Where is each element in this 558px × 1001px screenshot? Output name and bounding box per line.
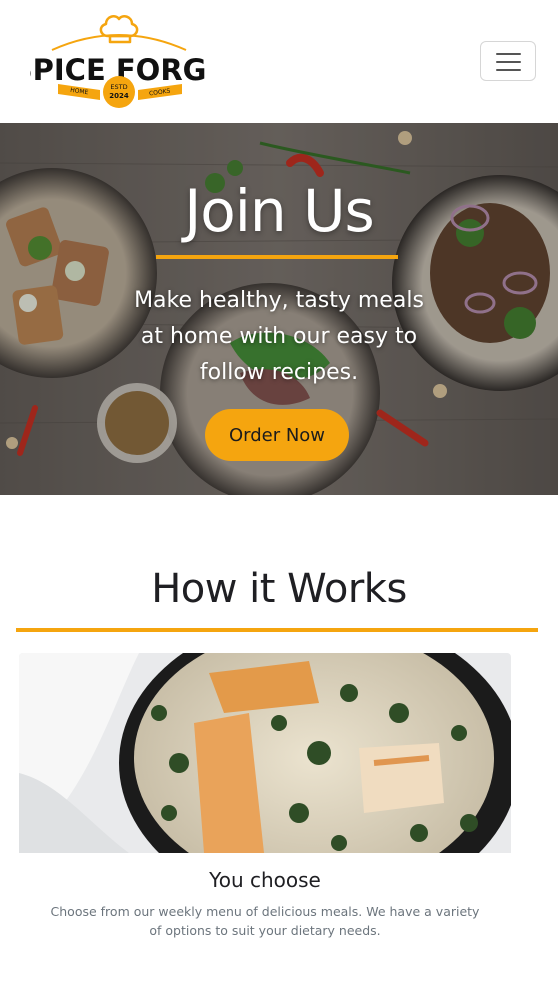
hero-description: Make healthy, tasty meals at home with o… — [134, 288, 424, 385]
hero-section: Join Us Make healthy, tasty meals at hom… — [0, 123, 558, 495]
how-it-works-underline — [16, 628, 538, 632]
salmon-skillet-image — [19, 653, 511, 853]
spice-forge-logo[interactable]: SPICE FORGE HOME COOKS ESTD 2024 — [30, 12, 208, 110]
hamburger-menu-icon — [496, 53, 521, 55]
hero-title: Join Us — [184, 177, 375, 245]
order-now-button[interactable]: Order Now — [205, 409, 349, 461]
how-it-works-title: How it Works — [151, 566, 407, 612]
hero-title-underline — [156, 255, 398, 259]
step-card-title: You choose — [209, 868, 321, 892]
navbar-toggle-button[interactable] — [480, 41, 536, 81]
svg-text:ESTD: ESTD — [110, 83, 127, 91]
svg-text:2024: 2024 — [109, 92, 129, 100]
navbar: SPICE FORGE HOME COOKS ESTD 2024 — [0, 0, 558, 123]
step-card-description: Choose from our weekly menu of delicious… — [50, 904, 480, 938]
